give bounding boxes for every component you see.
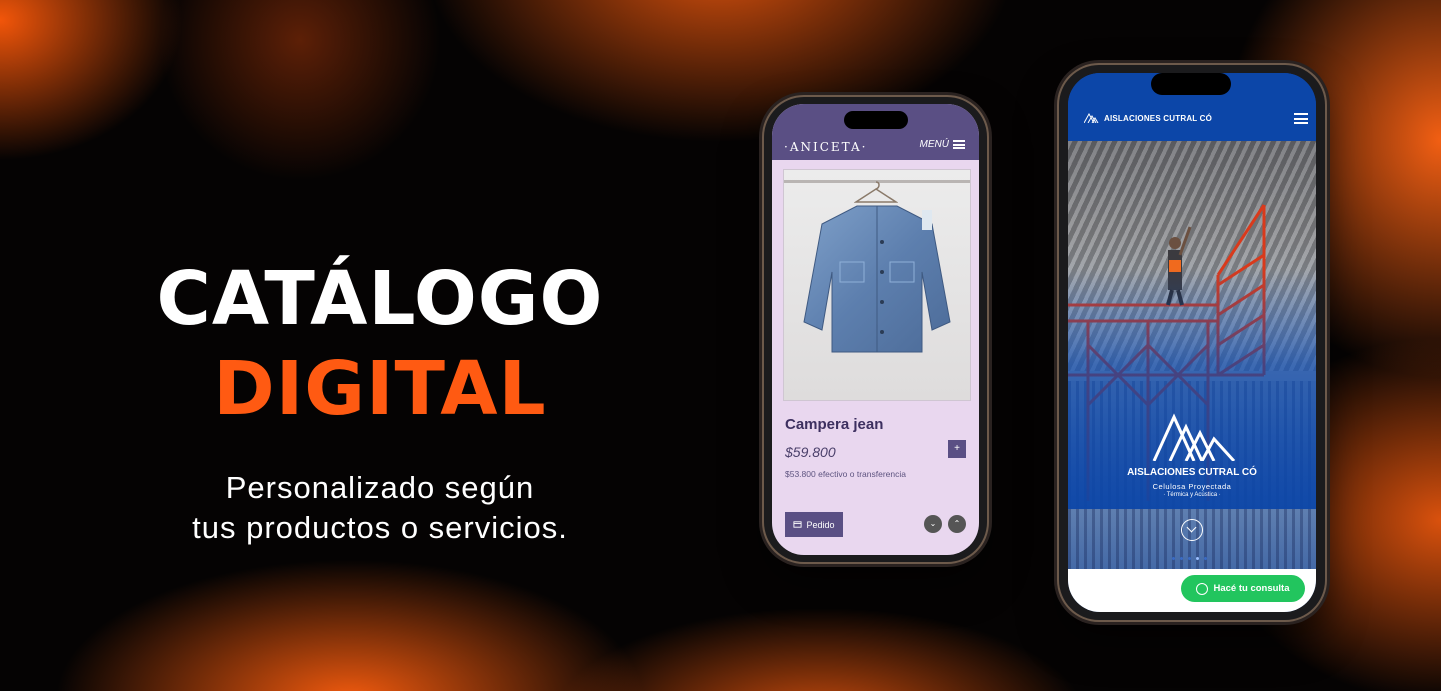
chevron-down-icon[interactable]: ⌄ bbox=[924, 515, 942, 533]
product-title[interactable]: Campera jean bbox=[785, 416, 883, 433]
whatsapp-icon bbox=[1196, 582, 1209, 595]
carousel-dot[interactable] bbox=[1180, 557, 1183, 560]
aniceta-logo[interactable]: ·ANICETA· bbox=[784, 140, 868, 154]
carousel-dot[interactable] bbox=[1188, 557, 1191, 560]
cutral-brand-text: AISLACIONES CUTRAL CÓ bbox=[1104, 113, 1213, 123]
carousel-dots bbox=[1172, 557, 1207, 560]
product-image[interactable] bbox=[783, 169, 971, 401]
chevron-up-icon[interactable]: ⌃ bbox=[948, 515, 966, 533]
logo-icon bbox=[1084, 113, 1099, 123]
logo-icon bbox=[1152, 413, 1236, 461]
aniceta-screen: ·ANICETA· MENÚ Campera jean $59.800 + $5… bbox=[772, 104, 979, 555]
cutral-screen: AISLACIONES CUTRAL CÓ AISLACIONES CUTRAL… bbox=[1068, 73, 1316, 612]
menu-label: MENÚ bbox=[919, 139, 949, 150]
whatsapp-label: Hacé tu consulta bbox=[1213, 583, 1290, 594]
add-button[interactable]: + bbox=[948, 440, 966, 458]
chevron-down-icon[interactable] bbox=[1181, 519, 1203, 541]
product-price: $59.800 bbox=[785, 444, 836, 460]
carousel-dot-active[interactable] bbox=[1196, 557, 1199, 560]
headline-catalogo: CATÁLOGO bbox=[156, 256, 604, 342]
headline-digital: DIGITAL bbox=[213, 346, 547, 432]
phone-aniceta: ·ANICETA· MENÚ Campera jean $59.800 + $5… bbox=[764, 97, 987, 562]
whatsapp-button[interactable]: Hacé tu consulta bbox=[1181, 575, 1305, 602]
subtitle: Personalizado según tus productos o serv… bbox=[110, 468, 650, 549]
denim-jacket-image bbox=[803, 205, 951, 353]
subtitle-line-2: tus productos o servicios. bbox=[192, 510, 568, 546]
aniceta-menu-button[interactable]: MENÚ bbox=[920, 139, 965, 150]
menu-icon bbox=[953, 140, 965, 149]
phone-cutral-co: AISLACIONES CUTRAL CÓ AISLACIONES CUTRAL… bbox=[1059, 65, 1325, 620]
order-label: Pedido bbox=[806, 519, 835, 530]
dynamic-island bbox=[844, 111, 908, 129]
company-tagline: Celulosa Proyectada bbox=[1152, 482, 1232, 491]
order-button[interactable]: Pedido bbox=[785, 512, 843, 537]
hero: CATÁLOGO DIGITAL Personalizado según tus… bbox=[110, 262, 650, 549]
menu-icon[interactable] bbox=[1294, 113, 1308, 124]
cutral-logo[interactable]: AISLACIONES CUTRAL CÓ bbox=[1084, 113, 1212, 123]
subtitle-line-1: Personalizado según bbox=[225, 470, 535, 505]
product-price-cash: $53.800 efectivo o transferencia bbox=[785, 469, 906, 479]
cart-icon bbox=[793, 521, 803, 528]
company-tagline-2: · Térmica y Acústica · bbox=[1163, 492, 1221, 498]
company-name: AISLACIONES CUTRAL CÓ bbox=[1127, 467, 1257, 478]
dynamic-island bbox=[1151, 73, 1231, 95]
carousel-dot[interactable] bbox=[1172, 557, 1175, 560]
carousel-dot[interactable] bbox=[1204, 557, 1207, 560]
